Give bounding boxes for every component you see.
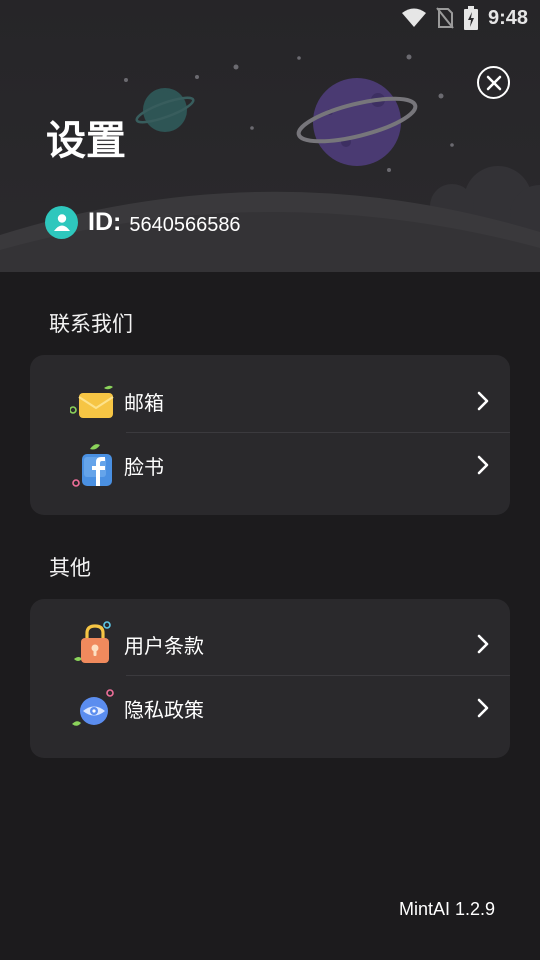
- eye-icon: [72, 689, 114, 726]
- status-bar: 9:48: [401, 0, 528, 36]
- lock-icon: [74, 621, 111, 663]
- contact-card: 邮箱 脸书: [30, 355, 510, 515]
- section-title-contact: 联系我们: [49, 312, 133, 336]
- no-sim-icon: [436, 7, 454, 29]
- app-version: MintAI 1.2.9: [398, 899, 495, 919]
- mail-icon: [70, 385, 114, 418]
- list-item-mail[interactable]: 邮箱: [30, 369, 510, 433]
- id-value: 5640566586: [129, 213, 241, 236]
- list-item-privacy[interactable]: 隐私政策: [30, 676, 510, 740]
- close-button[interactable]: [477, 66, 510, 99]
- close-icon: [486, 75, 501, 90]
- list-item-label: 隐私政策: [124, 697, 204, 722]
- list-item-label: 用户条款: [124, 633, 204, 658]
- section-title-other: 其他: [49, 556, 91, 580]
- user-id-row: ID: 5640566586: [45, 204, 241, 240]
- header-banner: 9:48 设置 ID: 5640566586: [0, 0, 540, 272]
- chevron-right-icon: [477, 634, 489, 654]
- other-card: 用户条款 隐私政策: [30, 599, 510, 758]
- chevron-right-icon: [477, 698, 489, 718]
- chevron-right-icon: [477, 391, 489, 411]
- user-avatar-icon: [45, 205, 78, 239]
- chevron-right-icon: [477, 455, 489, 475]
- wifi-icon: [401, 8, 426, 27]
- id-label: ID:: [88, 207, 122, 236]
- list-item-label: 脸书: [124, 454, 164, 479]
- battery-charging-icon: [463, 6, 478, 30]
- facebook-icon: [72, 444, 112, 487]
- list-item-facebook[interactable]: 脸书: [30, 433, 510, 497]
- list-item-label: 邮箱: [124, 390, 164, 415]
- status-time: 9:48: [487, 6, 528, 29]
- page-title: 设置: [46, 118, 126, 164]
- list-item-terms[interactable]: 用户条款: [30, 612, 510, 676]
- big-planet: [296, 78, 418, 166]
- small-planet: [135, 88, 195, 132]
